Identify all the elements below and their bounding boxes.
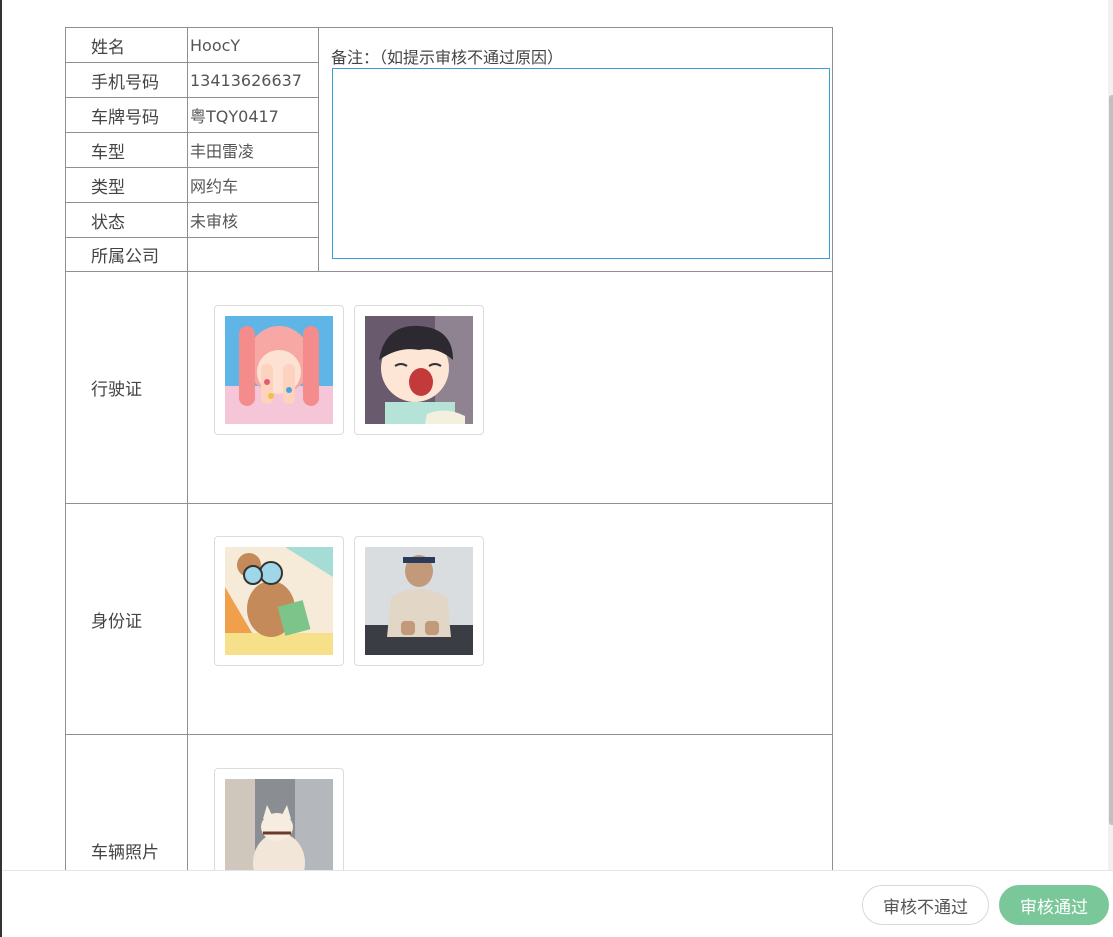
scrollbar-thumb[interactable] [1109,95,1113,825]
note-textarea[interactable] [332,68,830,259]
info-value-plate: 粤TQY0417 [188,98,319,133]
approve-button[interactable]: 审核通过 [999,885,1109,925]
section-label-vehicle-photo: 车辆照片 [66,735,188,870]
reject-button[interactable]: 审核不通过 [862,885,989,925]
image-white-cat [225,779,333,870]
driving-license-image-2[interactable] [354,305,484,435]
review-dialog: 姓名 HoocY 手机号码 13413626637 车牌号码 粤TQY0417 … [0,0,1113,937]
vertical-scrollbar[interactable] [1108,0,1113,870]
info-value-status: 未审核 [188,203,319,238]
review-table: 姓名 HoocY 手机号码 13413626637 车牌号码 粤TQY0417 … [65,27,833,870]
section-id-card [188,504,833,735]
driving-license-image-1[interactable] [214,305,344,435]
dialog-content: 姓名 HoocY 手机号码 13413626637 车牌号码 粤TQY0417 … [2,0,1108,870]
note-label: 备注：（如提示审核不通过原因） [331,48,564,67]
image-anime-boy [365,316,473,424]
section-label-id-card: 身份证 [66,504,188,735]
info-label-company: 所属公司 [66,238,188,272]
info-label-plate: 车牌号码 [66,98,188,133]
info-label-type: 类型 [66,168,188,203]
info-value-name: HoocY [188,28,319,63]
info-value-model: 丰田雷凌 [188,133,319,168]
section-label-driving-license: 行驶证 [66,272,188,504]
info-label-name: 姓名 [66,28,188,63]
info-value-phone: 13413626637 [188,63,319,98]
image-man-headband [365,547,473,655]
vehicle-photo-image-1[interactable] [214,768,344,870]
info-label-status: 状态 [66,203,188,238]
id-card-image-1[interactable] [214,536,344,666]
section-driving-license [188,272,833,504]
info-value-type: 网约车 [188,168,319,203]
info-label-phone: 手机号码 [66,63,188,98]
image-cartoon-mouse [225,547,333,655]
note-section: 备注：（如提示审核不通过原因） [319,28,833,272]
dialog-footer: 审核不通过 审核通过 [2,870,1113,937]
section-vehicle-photo [188,735,833,870]
info-value-company [188,238,319,272]
image-anime-girl [225,316,333,424]
info-label-model: 车型 [66,133,188,168]
id-card-image-2[interactable] [354,536,484,666]
